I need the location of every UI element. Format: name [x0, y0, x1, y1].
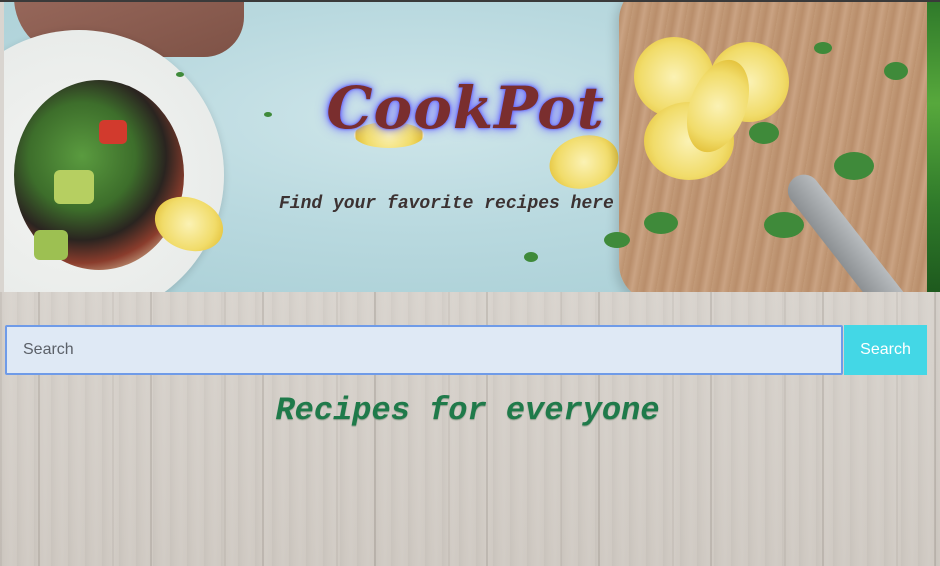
search-bar: Search — [5, 325, 927, 375]
search-input[interactable] — [5, 325, 843, 375]
salad-plate-image — [4, 30, 224, 292]
search-button[interactable]: Search — [844, 325, 927, 375]
section-heading: Recipes for everyone — [275, 392, 660, 429]
hero-banner: CookPot Find your favorite recipes here — [4, 2, 927, 292]
site-title: CookPot — [326, 74, 605, 142]
site-subtitle: Find your favorite recipes here — [279, 194, 614, 214]
decorative-leaf-strip — [927, 2, 940, 292]
